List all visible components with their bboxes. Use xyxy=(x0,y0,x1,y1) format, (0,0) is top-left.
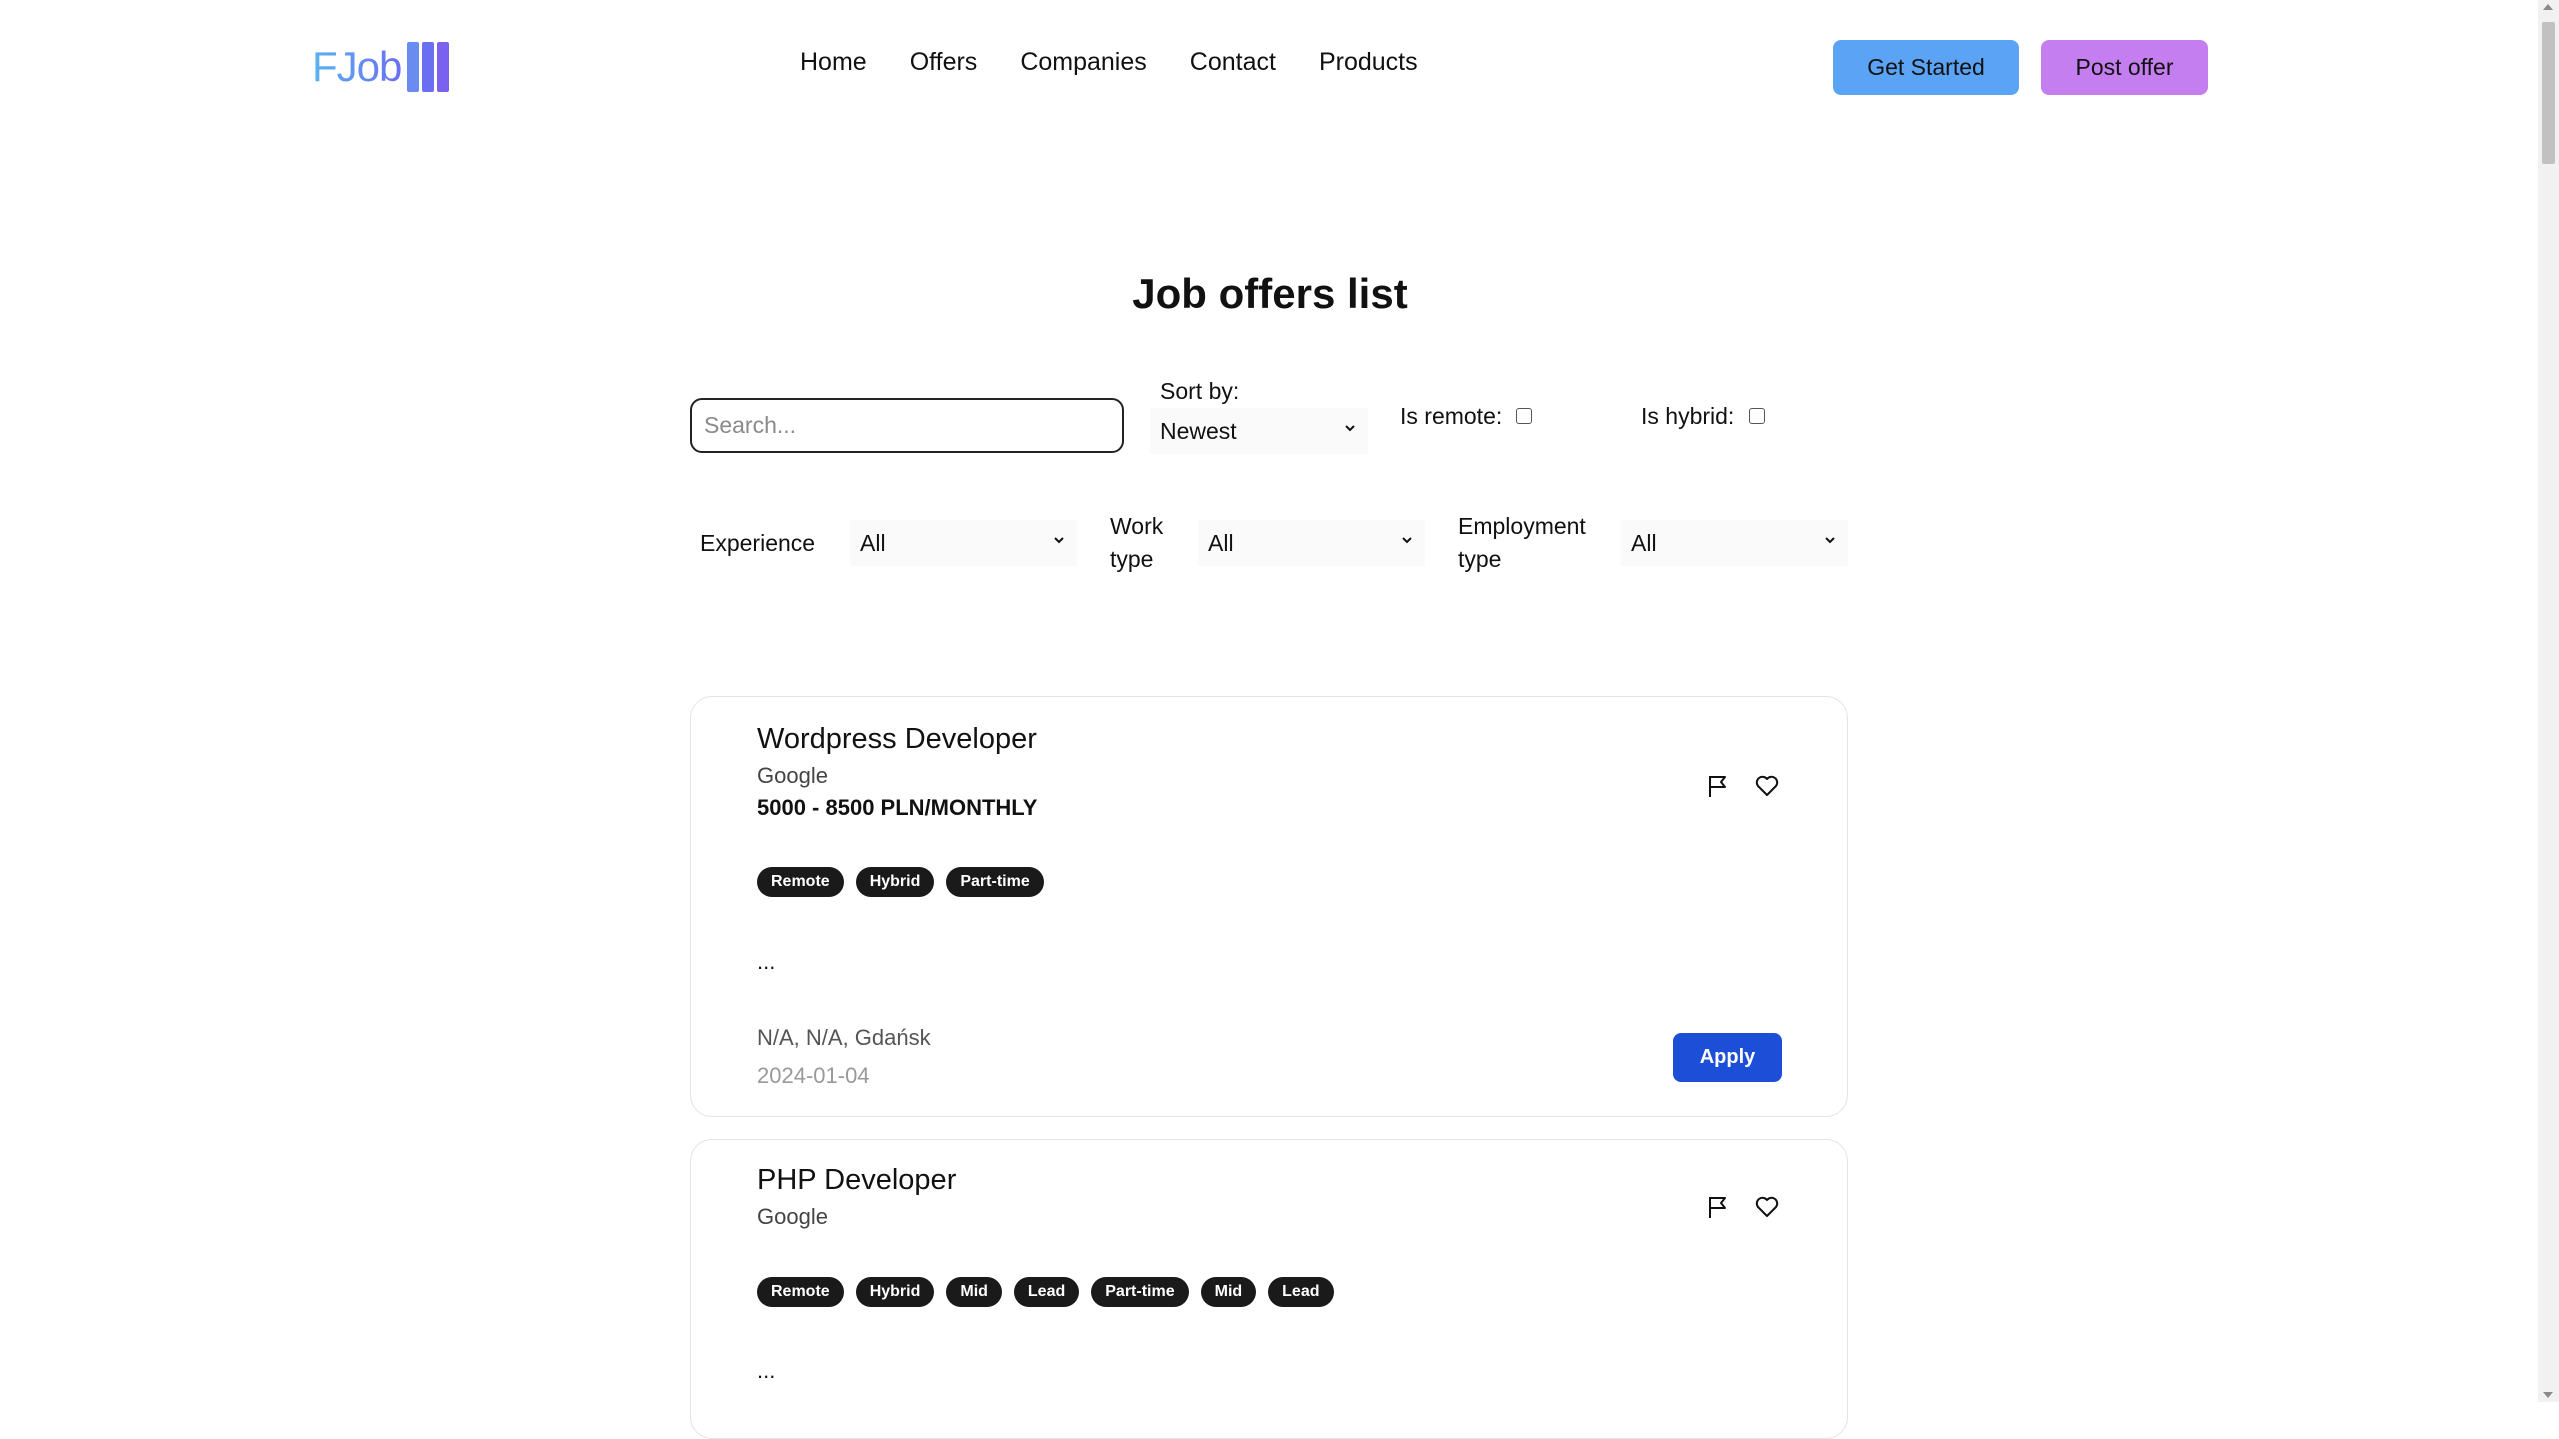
nav-companies[interactable]: Companies xyxy=(1020,48,1146,77)
logo-bars-icon xyxy=(407,42,452,92)
experience-select[interactable]: All xyxy=(850,520,1077,566)
salary: 5000 - 8500 PLN/MONTHLY xyxy=(757,795,1038,820)
employment-type-label: Employment type xyxy=(1458,510,1586,576)
tag-badge: Remote xyxy=(757,1277,844,1307)
apply-button[interactable]: Apply xyxy=(1673,1033,1782,1082)
tag-badge: Mid xyxy=(1200,1277,1257,1307)
tag-badge: Mid xyxy=(946,1277,1002,1307)
job-location: N/A, N/A, Gdańsk xyxy=(757,1025,931,1050)
employment-type-label-line: type xyxy=(1458,546,1502,572)
tag-badge: Part-time xyxy=(1091,1277,1189,1307)
work-type-select[interactable]: All xyxy=(1198,520,1425,566)
chevron-down-icon xyxy=(1402,537,1412,544)
work-type-select-value: All xyxy=(1208,529,1234,556)
experience-select-value: All xyxy=(860,529,886,556)
flag-icon[interactable] xyxy=(1705,1194,1731,1220)
company-name: Google xyxy=(757,763,828,788)
tag-badge: Hybrid xyxy=(855,867,935,897)
sort-select-value: Newest xyxy=(1160,417,1237,444)
post-offer-button[interactable]: Post offer xyxy=(2041,40,2208,95)
remote-checkbox[interactable] xyxy=(1516,408,1532,424)
sort-label: Sort by: xyxy=(1160,378,1240,404)
page-title: Job offers list xyxy=(1132,270,1408,317)
tag-badge: Part-time xyxy=(946,867,1044,897)
chevron-down-icon xyxy=(1054,537,1064,544)
scroll-down-arrow-icon[interactable] xyxy=(2543,1392,2553,1398)
logo-bar xyxy=(437,42,450,92)
tag-list: Remote Hybrid Mid Lead Part-time Mid Lea… xyxy=(757,1277,1334,1307)
job-description: ... xyxy=(757,949,776,974)
nav-contact[interactable]: Contact xyxy=(1190,48,1276,77)
logo-bar xyxy=(407,42,420,92)
brand-logo[interactable]: FJob xyxy=(312,42,452,92)
page-scrollbar[interactable] xyxy=(2538,0,2559,1402)
search-input[interactable] xyxy=(690,398,1124,453)
work-type-label: Work type xyxy=(1110,510,1163,576)
scrollbar-thumb[interactable] xyxy=(2542,22,2555,164)
employment-type-select-value: All xyxy=(1631,529,1657,556)
main-nav: Home Offers Companies Contact Products xyxy=(800,48,1461,77)
nav-offers[interactable]: Offers xyxy=(910,48,978,77)
scroll-up-arrow-icon[interactable] xyxy=(2543,4,2553,10)
heart-icon[interactable] xyxy=(1754,773,1780,799)
tag-list: Remote Hybrid Part-time xyxy=(757,867,1044,897)
job-title[interactable]: PHP Developer xyxy=(757,1164,956,1197)
tag-badge: Lead xyxy=(1013,1277,1080,1307)
nav-home[interactable]: Home xyxy=(800,48,867,77)
sort-select[interactable]: Newest xyxy=(1150,408,1368,454)
hybrid-checkbox[interactable] xyxy=(1749,408,1765,424)
get-started-button[interactable]: Get Started xyxy=(1833,40,2019,95)
nav-products[interactable]: Products xyxy=(1319,48,1418,77)
tag-badge: Lead xyxy=(1268,1277,1334,1307)
tag-badge: Hybrid xyxy=(855,1277,935,1307)
chevron-down-icon xyxy=(1345,425,1355,432)
posted-date: 2024-01-04 xyxy=(757,1063,870,1088)
tag-badge: Remote xyxy=(757,867,844,897)
job-offer-card[interactable]: Wordpress Developer Google 5000 - 8500 P… xyxy=(690,696,1848,1117)
employment-type-label-line: Employment xyxy=(1458,513,1586,539)
chevron-down-icon xyxy=(1825,537,1835,544)
employment-type-select[interactable]: All xyxy=(1621,520,1848,566)
job-title[interactable]: Wordpress Developer xyxy=(757,723,1037,756)
brand-name: FJob xyxy=(312,43,402,90)
work-type-label-line: type xyxy=(1110,546,1154,572)
company-name: Google xyxy=(757,1204,828,1229)
flag-icon[interactable] xyxy=(1705,773,1731,799)
hybrid-label: Is hybrid: xyxy=(1641,403,1735,429)
heart-icon[interactable] xyxy=(1754,1194,1780,1220)
job-description: ... xyxy=(757,1358,776,1383)
experience-label: Experience xyxy=(700,530,816,556)
logo-bar xyxy=(422,42,435,92)
work-type-label-line: Work xyxy=(1110,513,1164,539)
job-offer-card[interactable]: PHP Developer Google Remote Hybrid Mid L… xyxy=(690,1139,1848,1439)
remote-label: Is remote: xyxy=(1400,403,1503,429)
